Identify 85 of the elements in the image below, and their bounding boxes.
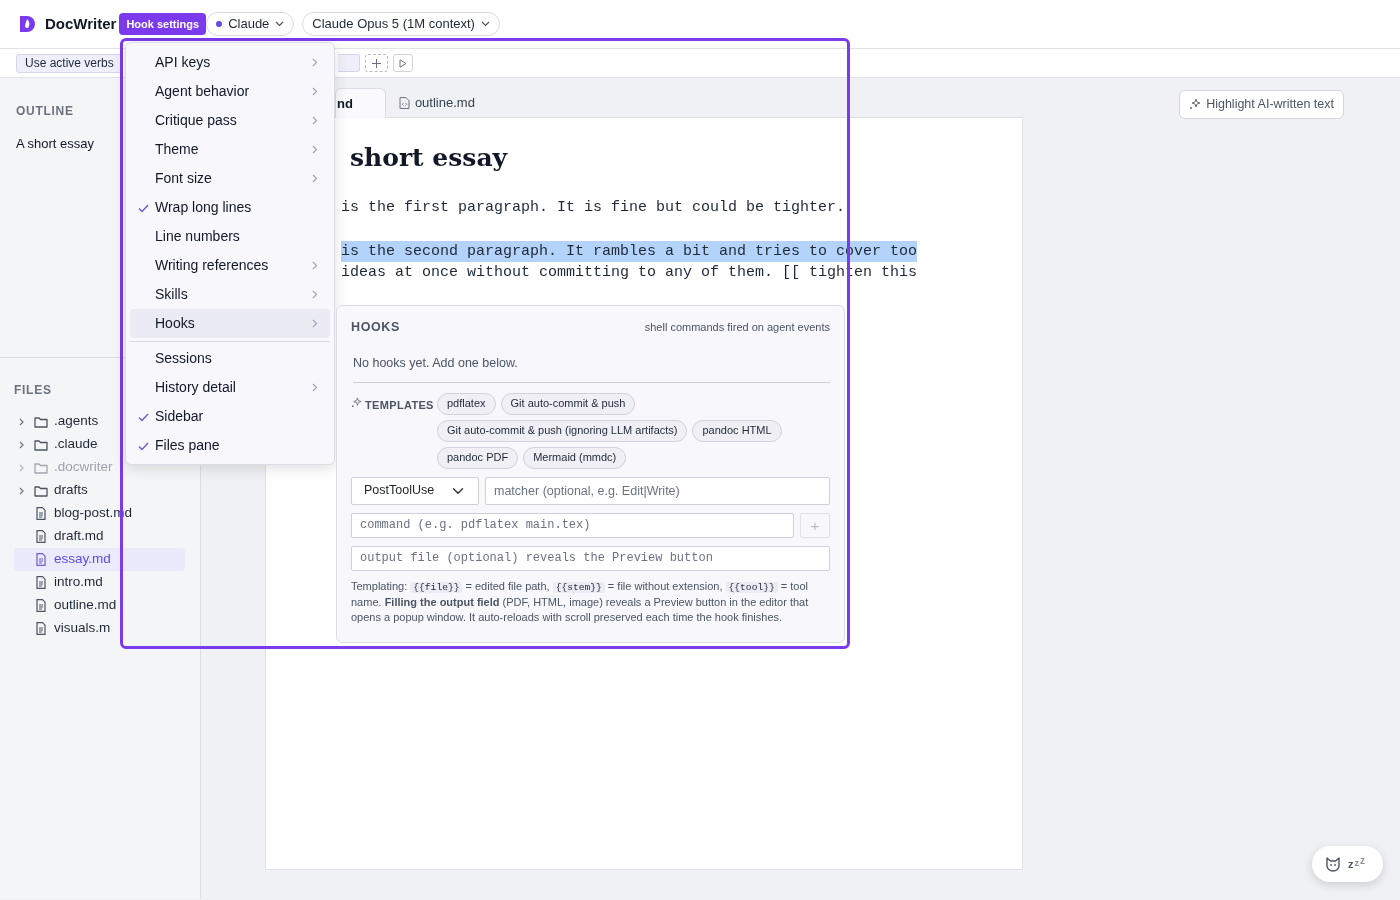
model-dropdown[interactable]: Claude Opus 5 (1M context)	[302, 12, 500, 36]
app-title: DocWriter	[45, 13, 117, 34]
chevron-icon	[18, 486, 26, 495]
file-icon	[34, 576, 48, 589]
template-chip[interactable]: Git auto-commit & push (ignoring LLM artifacts)	[437, 419, 688, 442]
cat-icon	[1325, 856, 1341, 872]
folder-icon	[34, 415, 48, 428]
check-icon	[138, 203, 149, 213]
menu-item[interactable]: API keys	[130, 48, 330, 77]
file-tree-item[interactable]: draft.md	[14, 525, 185, 548]
template-chip[interactable]: Git auto-commit & push	[500, 392, 636, 415]
document-heading: short essay	[350, 143, 509, 173]
folder-icon	[34, 461, 48, 474]
file-tab[interactable]: nd	[335, 88, 386, 118]
file-tree-item[interactable]: drafts	[14, 479, 185, 502]
template-chip[interactable]: Mermaid (mmdc)	[523, 446, 627, 469]
chevron-icon	[312, 174, 318, 183]
chevron-icon	[312, 145, 318, 154]
section-heading: OUTLINE	[16, 103, 74, 120]
chevron-icon	[312, 261, 318, 270]
highlight-button[interactable]: Highlight AI-written text	[1179, 90, 1344, 119]
sparkle-icon	[1189, 98, 1202, 111]
panel-subtitle: shell commands fired on agent events	[644, 320, 830, 336]
menu-item[interactable]: Sessions	[130, 344, 330, 373]
folder-icon	[34, 438, 48, 451]
chevron-icon	[312, 319, 318, 328]
templates-label: TEMPLATES	[365, 397, 434, 413]
menu-item[interactable]: Theme	[130, 135, 330, 164]
section-heading: FILES	[14, 382, 52, 399]
file-tree-item[interactable]: visuals.m	[14, 617, 185, 640]
file-icon	[34, 599, 48, 612]
output-field[interactable]: output file (optional) reveals the Preview button	[351, 545, 830, 571]
file-icon	[34, 530, 48, 543]
menu-item[interactable]: Skills	[130, 280, 330, 309]
play-button[interactable]	[392, 54, 413, 72]
chevron-icon	[312, 58, 318, 67]
menu-item[interactable]: Wrap long lines	[130, 193, 330, 222]
menu-item[interactable]: Critique pass	[130, 106, 330, 135]
sparkle-icon	[351, 396, 362, 408]
plus-icon	[371, 58, 381, 68]
file-icon	[34, 622, 48, 635]
add-button[interactable]	[364, 54, 388, 72]
file-icon	[34, 507, 48, 520]
file-tree-item[interactable]: intro.md	[14, 571, 185, 594]
provider-dropdown[interactable]: Claude	[206, 12, 295, 36]
frame-label: Hook settings	[119, 13, 207, 35]
menu-item[interactable]: Hooks	[130, 309, 330, 338]
input-field[interactable]	[337, 54, 360, 72]
chevron-icon	[312, 290, 318, 299]
menu-item[interactable]: Font size	[130, 164, 330, 193]
help-text: Templating: {{file}} = edited file path, {{stem}} = file without extension, {{tool}} = tool name. Filling the output field (PDF, HTML, image) reveals a Preview button in the editor that opens a popup window. It auto-reloads with scroll preserved each time the hook finishes.	[351, 578, 810, 625]
caret-icon	[480, 21, 490, 27]
suggestion-chip[interactable]: Use active verbs	[16, 53, 123, 73]
matcher-field[interactable]: matcher (optional, e.g. Edit|Write)	[485, 476, 830, 505]
chevron-icon	[312, 116, 318, 125]
panel-title: HOOKS	[351, 319, 400, 336]
folder-icon	[34, 484, 48, 497]
template-chip[interactable]: pandoc PDF	[437, 446, 519, 469]
chevron-icon	[18, 463, 26, 472]
menu-item[interactable]: Writing references	[130, 251, 330, 280]
chevron-icon	[312, 87, 318, 96]
logo-icon	[20, 15, 36, 33]
menu-item[interactable]: Line numbers	[130, 222, 330, 251]
file-icon	[34, 553, 48, 566]
chevron-icon	[312, 383, 318, 392]
file-code-icon	[398, 97, 410, 109]
menu-item[interactable]: Sidebar	[130, 402, 330, 431]
check-icon	[138, 441, 149, 451]
event-select[interactable]: PostToolUse	[351, 476, 479, 505]
status-dot	[216, 21, 223, 27]
empty-message: No hooks yet. Add one below.	[353, 353, 830, 383]
file-tree-item[interactable]: essay.md	[14, 548, 185, 571]
command-field[interactable]: command (e.g. pdflatex main.tex)	[351, 512, 794, 538]
caret-icon	[275, 21, 285, 27]
menu-item[interactable]: History detail	[130, 373, 330, 402]
menu-item[interactable]: Agent behavior	[130, 77, 330, 106]
template-chip[interactable]: pdflatex	[437, 392, 496, 415]
file-tab[interactable]: outline.md	[385, 88, 488, 117]
chevron-icon	[18, 417, 26, 426]
check-icon	[138, 412, 149, 422]
paragraph-line: is the first paragraph. It is fine but could be tighter.	[341, 198, 846, 218]
play-icon	[398, 58, 407, 68]
file-tree-item[interactable]: outline.md	[14, 594, 185, 617]
template-chip[interactable]: pandoc HTML	[692, 419, 782, 442]
chevron-icon	[18, 440, 26, 449]
